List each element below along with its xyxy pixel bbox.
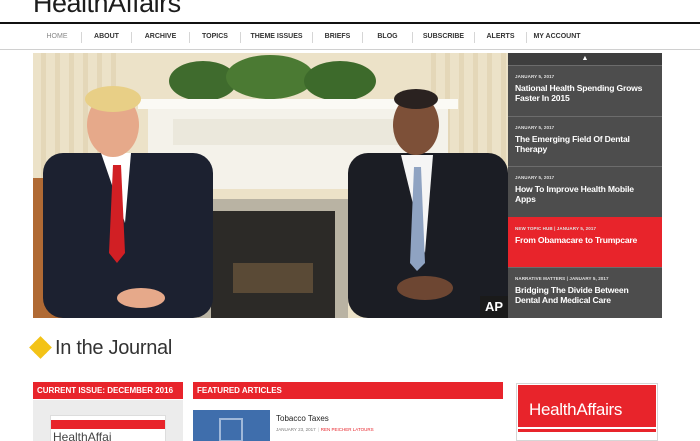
article-meta: JANUARY 23, 2017 | REN PEICHER LATOURS [276, 427, 374, 432]
headline-item[interactable]: NARRATIVE MATTERS | JANUARY 5, 2017 Bridg… [508, 267, 662, 318]
headline-item[interactable]: JANUARY 5, 2017 National Health Spending … [508, 65, 662, 116]
nav-item-home[interactable]: HOME [33, 26, 81, 48]
headline-date: NEW TOPIC HUB | JANUARY 5, 2017 [515, 225, 597, 231]
featured-articles-header[interactable]: FEATURED ARTICLES [193, 382, 503, 399]
nav-rule [0, 49, 700, 50]
nav-item-about[interactable]: ABOUT [82, 26, 131, 48]
headline-item[interactable]: NEW TOPIC HUB | JANUARY 5, 2017 From Obam… [508, 216, 662, 268]
diamond-cluster-icon [29, 336, 52, 359]
header-rule [0, 22, 700, 24]
promo-stripe [518, 429, 656, 432]
current-issue-header[interactable]: CURRENT ISSUE: DECEMBER 2016 [33, 382, 183, 399]
healthaffairs-promo[interactable]: HealthAffairs [516, 383, 658, 441]
current-issue-cover[interactable]: HealthAffai [33, 400, 183, 441]
cover-band [51, 420, 165, 429]
headline-title[interactable]: The Emerging Field Of Dental Therapy [515, 134, 655, 154]
headline-sidebar: ▲ JANUARY 5, 2017 National Health Spendin… [508, 53, 662, 318]
journal-title: In the Journal [55, 336, 172, 359]
headline-date: NARRATIVE MATTERS | JANUARY 5, 2017 [515, 276, 609, 282]
article-author-link[interactable]: REN PEICHER LATOURS [321, 427, 374, 432]
article-thumbnail[interactable] [193, 410, 270, 441]
nav-item-theme-issues[interactable]: THEME ISSUES [241, 26, 312, 48]
journal-heading: In the Journal [29, 336, 172, 360]
nav-item-blog[interactable]: BLOG [363, 26, 412, 48]
cover-logo: HealthAffai [53, 430, 112, 441]
cover-page: HealthAffai [50, 415, 166, 441]
nav-item-briefs[interactable]: BRIEFS [313, 26, 362, 48]
headline-date: JANUARY 5, 2017 [515, 175, 555, 181]
headline-title[interactable]: National Health Spending Grows Faster In… [515, 83, 655, 103]
headline-title[interactable]: Bridging The Divide Between Dental And M… [515, 285, 655, 305]
hero-photo[interactable]: AP [33, 53, 508, 318]
headline-item[interactable]: JANUARY 5, 2017 How To Improve Health Mob… [508, 166, 662, 217]
headline-title[interactable]: How To Improve Health Mobile Apps [515, 184, 655, 204]
main-nav: HOME ABOUT ARCHIVE TOPICS THEME ISSUES BRIEFS… [33, 26, 663, 48]
scroll-up-arrow-icon[interactable]: ▲ [508, 53, 662, 65]
headline-title[interactable]: From Obamacare to Trumpcare [515, 235, 655, 245]
nav-item-subscribe[interactable]: SUBSCRIBE [413, 26, 474, 48]
article-date: JANUARY 23, 2017 [276, 427, 316, 432]
headline-date: JANUARY 5, 2017 [515, 124, 555, 130]
site-logo[interactable]: HealthAffairs [33, 0, 181, 19]
headline-item[interactable]: JANUARY 5, 2017 The Emerging Field Of Den… [508, 115, 662, 167]
nav-item-alerts[interactable]: ALERTS [475, 26, 526, 48]
nav-item-archive[interactable]: ARCHIVE [132, 26, 189, 48]
article-title-link[interactable]: Tobacco Taxes [276, 414, 329, 423]
ap-credit-badge: AP [480, 296, 508, 318]
headline-date: JANUARY 5, 2017 [515, 74, 555, 79]
promo-logo: HealthAffairs [529, 400, 623, 419]
nav-item-my-account[interactable]: MY ACCOUNT [527, 26, 587, 48]
hero-illustration [33, 53, 508, 318]
nav-item-topics[interactable]: TOPICS [190, 26, 240, 48]
